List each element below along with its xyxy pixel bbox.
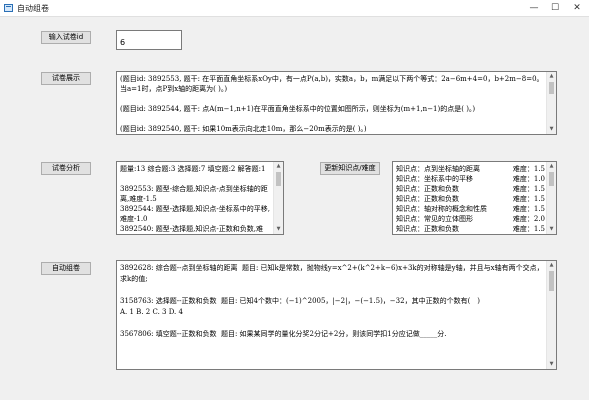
difficulty-label: 难度：1.5 — [512, 185, 545, 193]
difficulty-label: 难度：1.5 — [512, 165, 545, 173]
analysis-content: 题量:13 综合题:3 选择题:7 填空题:2 解答题:1 3892553: 题… — [120, 165, 270, 233]
show-paper-button[interactable]: 试卷展示 — [41, 72, 91, 85]
auto-generate-scrollbar[interactable]: ▲ ▼ — [546, 261, 556, 369]
knowledge-textbox[interactable]: 知识点：点到坐标轴的距离 难度：1.5 知识点：坐标系中的平移 难度：1.0 知识点：正… — [392, 161, 557, 235]
update-knowledge-difficulty-button[interactable]: 更新知识点/难度 — [320, 162, 380, 175]
auto-generate-button[interactable]: 自动组卷 — [41, 262, 91, 275]
knowledge-point-label: 知识点：常见的立体图形 — [396, 215, 473, 223]
difficulty-label: 难度：1.5 — [512, 205, 545, 213]
knowledge-row: 知识点：正数和负数 难度：1.5 — [396, 184, 545, 194]
difficulty-label: 难度：1.0 — [512, 175, 545, 183]
knowledge-point-label: 知识点：点到坐标轴的距离 — [396, 165, 480, 173]
knowledge-point-label: 知识点：轴对称的概念和性质 — [396, 205, 487, 213]
difficulty-label: 难度：2.0 — [512, 215, 545, 223]
difficulty-label: 难度：1.5 — [512, 195, 545, 203]
paper-id-input[interactable]: 6 — [116, 30, 182, 50]
minimize-button[interactable]: — — [525, 0, 543, 16]
knowledge-row: 知识点：点到坐标轴的距离 难度：1.5 — [396, 164, 545, 174]
window-title: 自动组卷 — [17, 4, 49, 13]
knowledge-row: 知识点：正数和负数 难度：1.5 — [396, 224, 545, 234]
knowledge-row: 知识点：轴对称的概念和性质 难度：1.5 — [396, 204, 545, 214]
scroll-down-icon[interactable]: ▼ — [547, 360, 556, 369]
scroll-thumb[interactable] — [549, 82, 554, 94]
auto-generate-content: 3892628: 综合题--点到坐标轴的距离 题目: 已知k是常数，抛物线y=x… — [120, 264, 544, 338]
maximize-button[interactable]: ☐ — [546, 0, 564, 16]
knowledge-scrollbar[interactable]: ▲ ▼ — [546, 162, 556, 234]
knowledge-point-label: 知识点：坐标系中的平移 — [396, 175, 473, 183]
paper-display-content: (题目id: 3892553, 题干: 在平面直角坐标系xOy中，有一点P(a,… — [120, 75, 544, 133]
scroll-up-icon[interactable]: ▲ — [547, 162, 556, 171]
scroll-down-icon[interactable]: ▼ — [547, 125, 556, 134]
knowledge-list: 知识点：点到坐标轴的距离 难度：1.5 知识点：坐标系中的平移 难度：1.0 知识点：正… — [396, 164, 545, 234]
scroll-up-icon[interactable]: ▲ — [547, 261, 556, 270]
analyze-paper-button[interactable]: 试卷分析 — [41, 162, 91, 175]
scroll-thumb[interactable] — [549, 172, 554, 186]
difficulty-label: 难度：1.5 — [512, 225, 545, 233]
app-icon — [4, 4, 13, 12]
knowledge-row: 知识点：坐标系中的平移 难度：1.0 — [396, 174, 545, 184]
title-bar: 自动组卷 — ☐ ✕ — [0, 0, 589, 17]
paper-display-scrollbar[interactable]: ▲ ▼ — [546, 72, 556, 134]
scroll-thumb[interactable] — [549, 271, 554, 291]
auto-generate-textbox[interactable]: 3892628: 综合题--点到坐标轴的距离 题目: 已知k是常数，抛物线y=x… — [116, 260, 557, 370]
knowledge-point-label: 知识点：正数和负数 — [396, 185, 459, 193]
input-paper-id-button[interactable]: 输入试卷id — [41, 31, 91, 44]
paper-display-textbox[interactable]: (题目id: 3892553, 题干: 在平面直角坐标系xOy中，有一点P(a,… — [116, 71, 557, 135]
scroll-down-icon[interactable]: ▼ — [547, 225, 556, 234]
knowledge-row: 知识点：常见的立体图形 难度：2.0 — [396, 214, 545, 224]
knowledge-point-label: 知识点：正数和负数 — [396, 225, 459, 233]
knowledge-row: 知识点：正数和负数 难度：1.5 — [396, 194, 545, 204]
scroll-up-icon[interactable]: ▲ — [274, 162, 283, 171]
close-button[interactable]: ✕ — [568, 0, 586, 16]
scroll-down-icon[interactable]: ▼ — [274, 225, 283, 234]
analysis-textbox[interactable]: 题量:13 综合题:3 选择题:7 填空题:2 解答题:1 3892553: 题… — [116, 161, 284, 235]
paper-id-value: 6 — [120, 38, 126, 47]
scroll-up-icon[interactable]: ▲ — [547, 72, 556, 81]
knowledge-point-label: 知识点：正数和负数 — [396, 195, 459, 203]
scroll-thumb[interactable] — [276, 172, 281, 186]
analysis-scrollbar[interactable]: ▲ ▼ — [273, 162, 283, 234]
